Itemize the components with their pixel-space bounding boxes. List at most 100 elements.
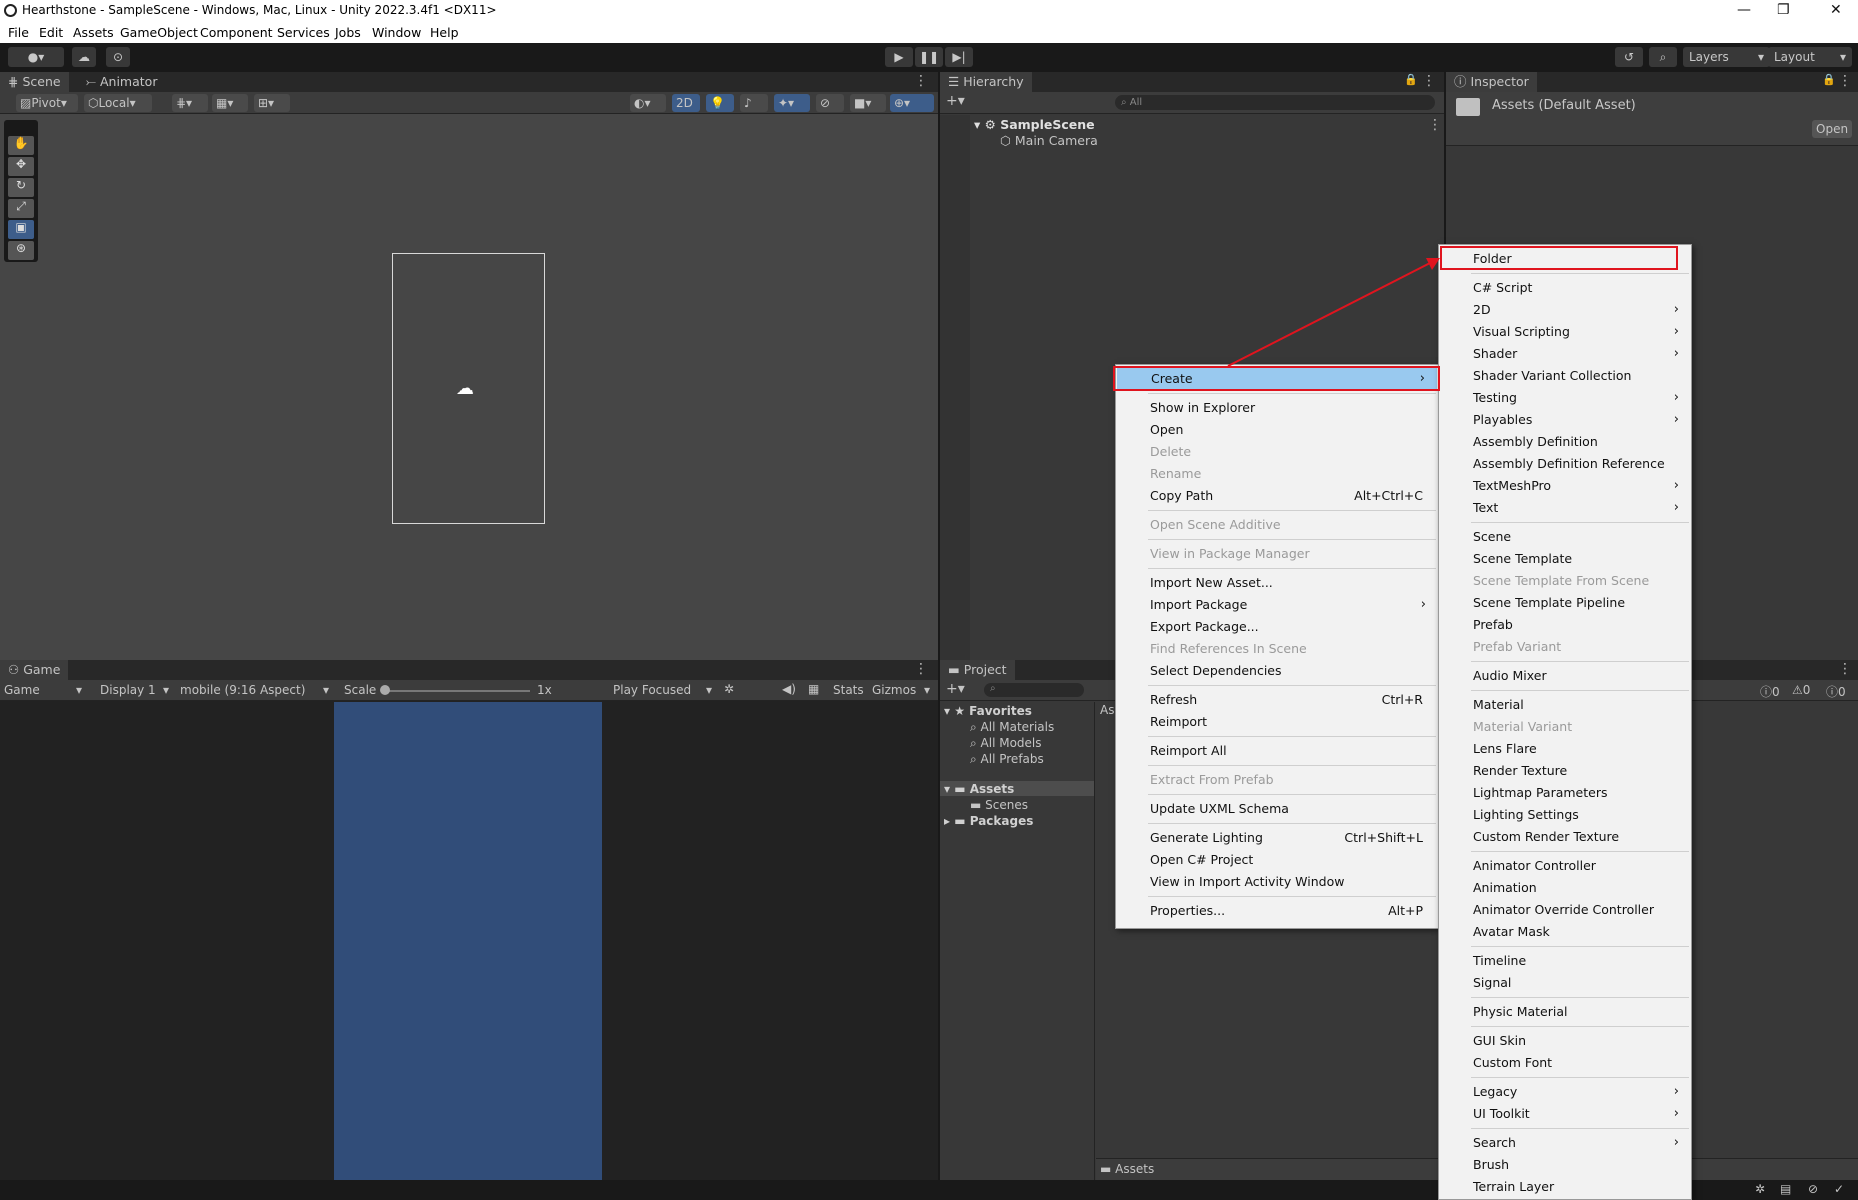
menu-window[interactable]: Window: [372, 25, 421, 40]
create-legacy[interactable]: Legacy ›: [1439, 1081, 1691, 1103]
create-scene-template-pipeline[interactable]: Scene Template Pipeline: [1439, 592, 1691, 614]
menu-services[interactable]: Services: [277, 25, 330, 40]
fav-item[interactable]: ⌕ All Materials: [970, 720, 1054, 735]
create-render-texture[interactable]: Render Texture: [1439, 760, 1691, 782]
progress-icon[interactable]: ▤: [1780, 1182, 1791, 1196]
lock-icon[interactable]: 🔒: [1404, 73, 1418, 86]
scale-tool-icon[interactable]: ⤢: [8, 199, 34, 218]
create-shader-variant-collection[interactable]: Shader Variant Collection: [1439, 365, 1691, 387]
hierarchy-item[interactable]: ⬡ Main Camera: [1000, 133, 1098, 148]
create-2d[interactable]: 2D ›: [1439, 299, 1691, 321]
tab-scene[interactable]: ⋕ Scene: [0, 72, 69, 92]
stats-button[interactable]: Stats: [833, 683, 864, 697]
collab-icon[interactable]: ⊙: [106, 47, 130, 67]
hand-tool-icon[interactable]: ✋: [8, 136, 34, 155]
create-visual-scripting[interactable]: Visual Scripting ›: [1439, 321, 1691, 343]
effects-icon[interactable]: ✦▾: [774, 94, 810, 112]
create-audio-mixer[interactable]: Audio Mixer: [1439, 665, 1691, 687]
maximize-button[interactable]: ❐: [1777, 2, 1790, 18]
game-dropdown[interactable]: Game: [4, 683, 40, 697]
step-button[interactable]: ▶|: [945, 47, 973, 67]
create-custom-font[interactable]: Custom Font: [1439, 1052, 1691, 1074]
fav-item[interactable]: ⌕ All Prefabs: [970, 752, 1044, 767]
minimize-button[interactable]: —: [1737, 2, 1751, 18]
ctx-open-c-project[interactable]: Open C# Project: [1116, 849, 1438, 871]
more-icon[interactable]: ⋮: [914, 73, 928, 89]
menu-help[interactable]: Help: [430, 25, 459, 40]
packages-node[interactable]: ▸ ▬ Packages: [944, 814, 1033, 828]
local-dropdown[interactable]: ⬡Local▾: [84, 94, 152, 112]
check-icon[interactable]: ✓: [1834, 1182, 1844, 1196]
close-button[interactable]: ✕: [1830, 2, 1842, 18]
scenes-node[interactable]: ▬ Scenes: [970, 798, 1028, 812]
tab-game[interactable]: ⚇ Game: [0, 660, 69, 680]
ctx-reimport-all[interactable]: Reimport All: [1116, 740, 1438, 762]
scene-row[interactable]: ▾ ⚙ SampleScene: [974, 117, 1095, 132]
audio-icon[interactable]: ♪: [740, 94, 768, 112]
visibility-icon[interactable]: ⊘: [816, 94, 844, 112]
create-ui-toolkit[interactable]: UI Toolkit ›: [1439, 1103, 1691, 1125]
ctx-open[interactable]: Open: [1116, 419, 1438, 441]
create-signal[interactable]: Signal: [1439, 972, 1691, 994]
more-icon[interactable]: ⋮: [914, 661, 928, 677]
2d-toggle[interactable]: 2D: [672, 94, 700, 112]
play-focused-dropdown[interactable]: Play Focused: [613, 683, 691, 697]
open-button[interactable]: Open: [1812, 120, 1852, 138]
layers-dropdown[interactable]: Layers ▾: [1683, 47, 1770, 67]
create-text[interactable]: Text ›: [1439, 497, 1691, 519]
ctx-reimport[interactable]: Reimport: [1116, 711, 1438, 733]
ctx-export-package[interactable]: Export Package...: [1116, 616, 1438, 638]
create-timeline[interactable]: Timeline: [1439, 950, 1691, 972]
add-icon[interactable]: +▾: [946, 681, 965, 697]
search-icon[interactable]: ⌕: [1649, 47, 1677, 67]
create-avatar-mask[interactable]: Avatar Mask: [1439, 921, 1691, 943]
history-icon[interactable]: ↺: [1615, 47, 1643, 67]
lock-icon[interactable]: 🔒: [1822, 73, 1836, 86]
ctx-properties[interactable]: Properties... Alt+P: [1116, 900, 1438, 922]
menu-component[interactable]: Component: [200, 25, 273, 40]
create-lighting-settings[interactable]: Lighting Settings: [1439, 804, 1691, 826]
tab-hierarchy[interactable]: ☰ Hierarchy: [940, 72, 1032, 92]
pivot-dropdown[interactable]: ▨Pivot▾: [16, 94, 78, 112]
pause-button[interactable]: ❚❚: [915, 47, 943, 67]
more-icon[interactable]: ⋮: [1428, 117, 1442, 133]
create-playables[interactable]: Playables ›: [1439, 409, 1691, 431]
ctx-generate-lighting[interactable]: Generate Lighting Ctrl+Shift+L: [1116, 827, 1438, 849]
ctx-view-in-import-activity-window[interactable]: View in Import Activity Window: [1116, 871, 1438, 893]
create-custom-render-texture[interactable]: Custom Render Texture: [1439, 826, 1691, 848]
create-assembly-definition-reference[interactable]: Assembly Definition Reference: [1439, 453, 1691, 475]
create-animator-controller[interactable]: Animator Controller: [1439, 855, 1691, 877]
more-icon[interactable]: ⋮: [1838, 661, 1852, 677]
ctx-refresh[interactable]: Refresh Ctrl+R: [1116, 689, 1438, 711]
menu-file[interactable]: File: [8, 25, 29, 40]
ctx-select-dependencies[interactable]: Select Dependencies: [1116, 660, 1438, 682]
ctx-copy-path[interactable]: Copy Path Alt+Ctrl+C: [1116, 485, 1438, 507]
game-view[interactable]: [334, 702, 602, 1180]
create-lightmap-parameters[interactable]: Lightmap Parameters: [1439, 782, 1691, 804]
create-textmeshpro[interactable]: TextMeshPro ›: [1439, 475, 1691, 497]
increment-snap-icon[interactable]: ▦▾: [212, 94, 248, 112]
display-dropdown[interactable]: Display 1: [100, 683, 156, 697]
transform-tool-icon[interactable]: ⊛: [8, 241, 34, 260]
ctx-update-uxml-schema[interactable]: Update UXML Schema: [1116, 798, 1438, 820]
lighting-icon[interactable]: 💡: [706, 94, 734, 112]
menu-jobs[interactable]: Jobs: [335, 25, 361, 40]
menu-assets[interactable]: Assets: [73, 25, 114, 40]
create-shader[interactable]: Shader ›: [1439, 343, 1691, 365]
menu-edit[interactable]: Edit: [39, 25, 63, 40]
gizmos-button[interactable]: Gizmos: [872, 683, 916, 697]
camera-icon[interactable]: ■▾: [850, 94, 886, 112]
debug-icon[interactable]: ✲: [1755, 1182, 1765, 1196]
grid-icon[interactable]: ▦: [808, 682, 819, 696]
create-assembly-definition[interactable]: Assembly Definition: [1439, 431, 1691, 453]
create-search[interactable]: Search ›: [1439, 1132, 1691, 1154]
create-c-script[interactable]: C# Script: [1439, 277, 1691, 299]
camera-gizmo-icon[interactable]: ☁: [456, 378, 474, 399]
create-brush[interactable]: Brush: [1439, 1154, 1691, 1176]
gizmos-icon[interactable]: ⊕▾: [890, 94, 934, 112]
account-button[interactable]: ●▾: [8, 47, 64, 67]
add-icon[interactable]: +▾: [946, 93, 965, 109]
create-prefab[interactable]: Prefab: [1439, 614, 1691, 636]
fav-item[interactable]: ⌕ All Models: [970, 736, 1042, 751]
aspect-dropdown[interactable]: mobile (9:16 Aspect): [180, 683, 305, 697]
